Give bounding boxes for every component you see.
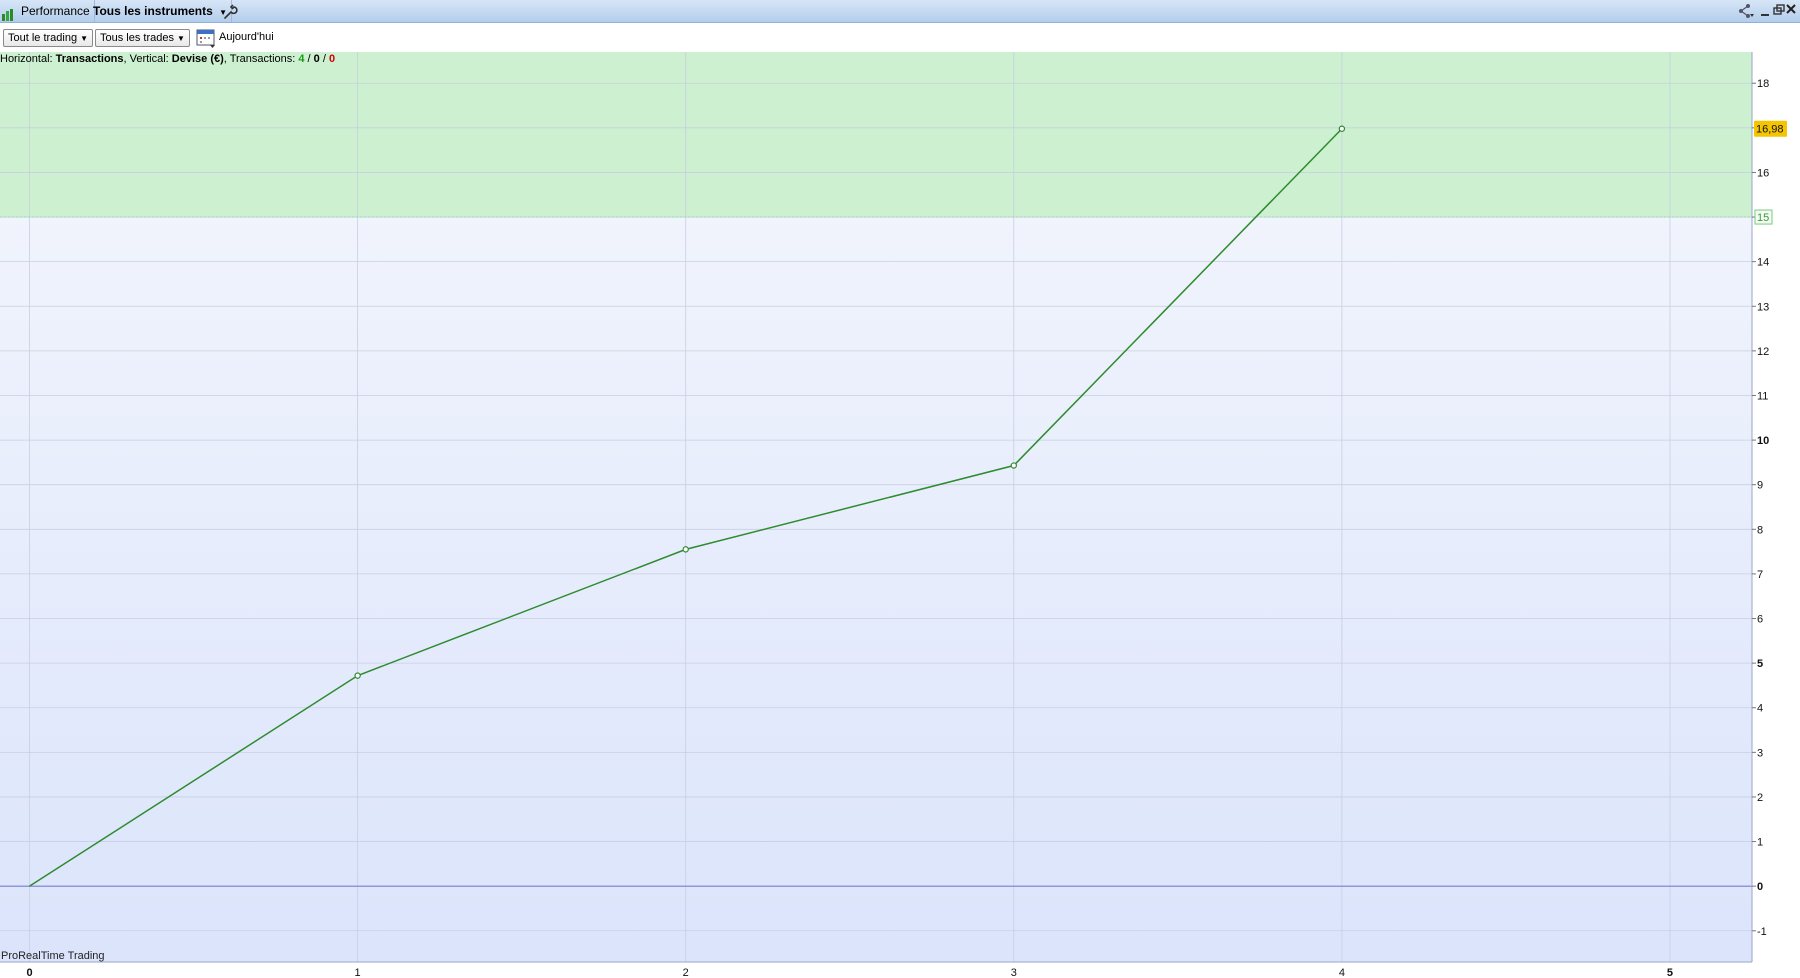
x-tick-label: 1: [355, 967, 361, 978]
y-tick-label: 6: [1757, 614, 1763, 626]
vertical-value: Devise (€): [171, 53, 224, 65]
horizontal-value: Transactions: [55, 53, 124, 65]
y-tick-label: 8: [1757, 524, 1763, 536]
y-tick-label: 4: [1757, 703, 1763, 715]
y-axis: -10123456789101112131416181516,98: [1752, 78, 1787, 938]
chevron-down-icon: ▼: [80, 34, 89, 43]
data-point: [1338, 125, 1346, 132]
instruments-dropdown[interactable]: Tous les instruments ▼: [89, 0, 233, 22]
instruments-dropdown-label: Tous les instruments: [93, 4, 213, 18]
x-tick-label: 3: [1011, 967, 1017, 978]
performance-chart: -10123456789101112131416181516,98 012345: [0, 52, 1787, 978]
y-tick-label: 0: [1757, 881, 1763, 893]
date-range-label[interactable]: Aujourd'hui: [219, 31, 274, 43]
y-tick-label: 13: [1757, 301, 1769, 313]
y-tick-label: 14: [1757, 257, 1769, 269]
y-tick-label: 18: [1757, 78, 1769, 90]
transactions-label: , Transactions:: [223, 53, 299, 65]
separator: /: [304, 53, 314, 65]
x-tick-label: 4: [1339, 967, 1345, 978]
window-controls: [1739, 4, 1796, 18]
last-value-label: 16,98: [1756, 124, 1784, 136]
x-tick-label: 5: [1667, 967, 1673, 978]
restore-icon[interactable]: [1773, 4, 1785, 15]
trading-scope-select[interactable]: Tout le trading ▼: [3, 29, 94, 47]
chevron-down-icon: ▼: [176, 34, 185, 43]
vertical-label: , Vertical:: [123, 53, 172, 65]
y-tick-label: 11: [1757, 390, 1768, 402]
y-tick-label: -1: [1757, 926, 1767, 938]
transactions-lost-count: 0: [328, 53, 336, 65]
tab-performance[interactable]: Performance: [17, 0, 95, 22]
watermark: ProRealTime Trading: [1, 950, 105, 962]
y-tick-label: 10: [1757, 435, 1769, 447]
profit-target-zone: [0, 52, 1752, 218]
y-tick-label: 5: [1757, 658, 1763, 670]
y-tick-label: 9: [1757, 480, 1763, 492]
wrench-icon[interactable]: [222, 0, 238, 22]
y-tick-label: 16: [1757, 167, 1769, 179]
trading-scope-value: Tout le trading: [8, 32, 78, 44]
share-icon[interactable]: [1739, 4, 1754, 18]
toolbar: Tout le trading ▼ Tous les trades ▼ Aujour…: [0, 23, 1800, 51]
x-tick-label: 2: [683, 967, 689, 978]
title-bar: Performance Tous les instruments ▼: [0, 0, 1800, 23]
x-tick-label: 0: [26, 967, 32, 978]
y-tick-label: 12: [1757, 346, 1769, 358]
y-tick-label: 2: [1757, 792, 1763, 804]
y-tick-label: 1: [1757, 837, 1763, 849]
chart-info-line: Horizontal: Transactions, Vertical: Devi…: [0, 53, 335, 65]
profit-zone-label: 15: [1757, 212, 1769, 224]
minimize-icon[interactable]: [1761, 14, 1769, 16]
calendar-icon[interactable]: [196, 28, 216, 48]
close-icon[interactable]: [1786, 4, 1796, 14]
horizontal-label: Horizontal:: [0, 53, 56, 65]
y-tick-label: 7: [1757, 569, 1763, 581]
x-axis: 0 1 2 3 4 5: [26, 967, 1673, 978]
separator: /: [319, 53, 329, 65]
trades-filter-value: Tous les trades: [100, 32, 174, 44]
data-point: [1010, 462, 1017, 469]
data-point: [354, 672, 361, 679]
data-point: [682, 546, 689, 553]
trades-filter-select[interactable]: Tous les trades ▼: [95, 29, 190, 47]
y-tick-label: 3: [1757, 747, 1763, 759]
